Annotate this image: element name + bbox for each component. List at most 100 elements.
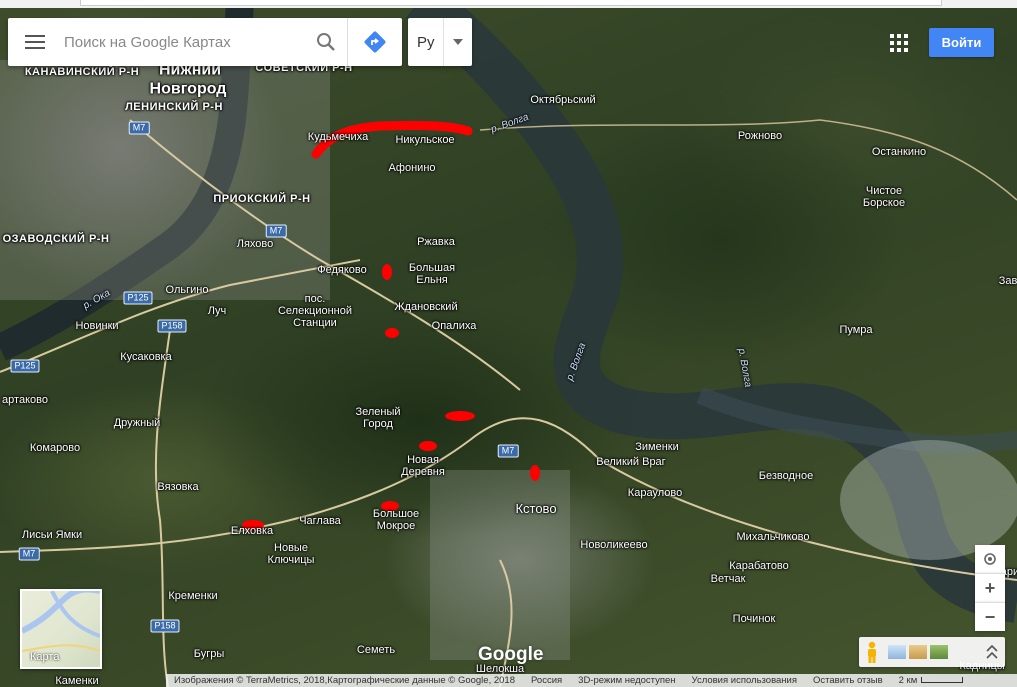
label-nikulskoe: Никульское xyxy=(395,134,455,146)
road-shield-p125: P125 xyxy=(123,291,153,305)
scale-bar[interactable]: 2 км xyxy=(891,675,972,686)
label-nn-line2: Новгород xyxy=(149,80,227,98)
apps-grid-icon xyxy=(890,34,908,52)
label-selekts: пос. Селекционной Станции xyxy=(277,293,353,329)
footer-terms-link[interactable]: Условия использования xyxy=(684,675,805,686)
label-kanavinsky: КАНАВИНСКИЙ Р-Н xyxy=(24,66,140,78)
label-zhdanovsky: Ждановский xyxy=(394,301,458,313)
apps-button[interactable] xyxy=(888,32,910,54)
menu-button[interactable] xyxy=(8,18,62,66)
menu-icon xyxy=(25,35,45,49)
label-karabatovo: Карабатово xyxy=(729,560,789,572)
zoom-in-button[interactable]: + xyxy=(975,573,1005,602)
layer-thumbnail-satellite[interactable] xyxy=(930,645,948,659)
label-chaglava: Чаглава xyxy=(299,515,341,527)
label-bugry: Бугры xyxy=(193,648,225,660)
label-pumra: Пумра xyxy=(839,324,873,336)
label-chistoe-borskoe: Чистое Борское xyxy=(862,185,906,209)
language-selector[interactable]: Ру xyxy=(408,18,472,66)
street-view-pegman[interactable] xyxy=(859,637,885,667)
satellite-map[interactable]: Нижний Новгород КАНАВИНСКИЙ Р-Н СОВЕТСКИ… xyxy=(0,0,1017,687)
footer-country[interactable]: Россия xyxy=(523,675,570,686)
search-button[interactable] xyxy=(305,18,348,66)
label-bezvodnoe: Безводное xyxy=(758,470,814,482)
language-dropdown-button[interactable] xyxy=(443,18,472,66)
minus-icon: − xyxy=(984,606,996,627)
label-kusakovka: Кусаковка xyxy=(120,351,172,363)
label-ostankino: Останкино xyxy=(871,146,927,158)
label-kstovo: Кстово xyxy=(515,501,557,516)
layer-thumbnail-water[interactable] xyxy=(888,645,906,659)
label-novaya-derevnya: Новая Деревня xyxy=(401,454,445,478)
road-shield-m7: M7 xyxy=(265,224,287,238)
zoom-out-button[interactable]: − xyxy=(975,602,1005,631)
label-novinki: Новинки xyxy=(75,320,119,332)
plus-icon: + xyxy=(984,577,996,598)
label-luch: Луч xyxy=(207,305,227,317)
label-kudma: Кудьмечиха xyxy=(307,131,369,143)
label-vetchak: Ветчак xyxy=(710,573,746,585)
my-location-icon xyxy=(984,553,996,565)
road-shield-m7: M7 xyxy=(18,547,40,561)
label-priok: ПРИОКСКИЙ Р-Н xyxy=(213,193,311,205)
bottom-tray xyxy=(859,637,1005,667)
label-kamenki: Каменки xyxy=(55,675,99,687)
road-shield-p158: P158 xyxy=(157,319,187,333)
browser-address-bar-edge xyxy=(0,0,1017,8)
layer-thumbnail-terrain[interactable] xyxy=(909,645,927,659)
label-rozhnovo: Рожново xyxy=(737,130,783,142)
label-leninsky: ЛЕНИНСКИЙ Р-Н xyxy=(125,101,223,113)
road-shield-p125: P125 xyxy=(10,359,40,373)
label-karaulovo: Караулово xyxy=(627,487,683,499)
label-novye-klyuchitsy: Новые Ключицы xyxy=(267,542,315,566)
directions-icon xyxy=(364,31,386,53)
google-logo: Google xyxy=(478,644,544,665)
signin-button[interactable]: Войти xyxy=(929,28,994,57)
label-zimenki: Зименки xyxy=(635,441,679,453)
search-icon xyxy=(317,33,335,51)
footer-attribution: Изображения © TerraMetrics, 2018,Картогр… xyxy=(174,675,515,686)
label-druzhny: Дружный xyxy=(113,417,161,429)
expand-button[interactable] xyxy=(979,645,1005,659)
footer-3d-mode: 3D-режим недоступен xyxy=(578,675,676,686)
label-elkhovka: Елховка xyxy=(230,525,274,537)
expand-icon xyxy=(986,645,998,659)
marker-kstovo xyxy=(530,465,540,481)
pegman-icon xyxy=(868,641,876,663)
map-controls: + − xyxy=(975,545,1005,631)
label-mikhalchikovo: Михальчиково xyxy=(736,531,810,543)
label-avtozavod: ОЗАВОДСКИЙ Р-Н xyxy=(2,233,110,245)
label-oktyabr: Октябрьский xyxy=(530,94,596,106)
label-pochinok: Починок xyxy=(732,613,776,625)
label-artakovo: артаково xyxy=(2,394,48,406)
label-olgino: Ольгино xyxy=(165,284,209,296)
label-semet: Семеть xyxy=(356,644,396,656)
label-fedyakovo: Федяково xyxy=(317,264,367,276)
map-footer: Изображения © TerraMetrics, 2018,Картогр… xyxy=(166,674,1017,687)
road-shield-m7: M7 xyxy=(128,121,150,135)
map-type-toggle[interactable]: Карта xyxy=(20,589,102,669)
chevron-down-icon xyxy=(453,39,464,45)
label-komarovo: Комарово xyxy=(29,442,81,454)
label-veliky-vrag: Великий Враг xyxy=(596,456,666,468)
marker-zhdanovsky xyxy=(385,328,399,338)
label-bolshaya-elnya: Большая Ельня xyxy=(408,262,456,286)
search-box xyxy=(8,18,402,66)
label-lisi: Лисьи Ямки xyxy=(21,529,83,541)
marker-zeleny xyxy=(445,411,475,421)
city-area-kstovo xyxy=(430,470,570,660)
road-shield-m7: M7 xyxy=(497,444,519,458)
search-input[interactable] xyxy=(62,26,305,58)
directions-button[interactable] xyxy=(348,18,402,66)
label-opalikha: Опалиха xyxy=(431,320,477,332)
label-rzhavka: Ржавка xyxy=(417,236,455,248)
label-lyakhovo: Ляхово xyxy=(236,238,274,250)
minimap-label: Карта xyxy=(30,651,60,663)
label-kremenki: Кременки xyxy=(168,590,218,602)
language-value: Ру xyxy=(416,33,435,51)
label-bolshoe-mokroe: Большое Мокрое xyxy=(372,508,420,532)
my-location-button[interactable] xyxy=(975,545,1005,573)
footer-feedback-link[interactable]: Оставить отзыв xyxy=(805,675,891,686)
road-p158 xyxy=(154,329,171,687)
label-afonino: Афонино xyxy=(388,162,436,174)
